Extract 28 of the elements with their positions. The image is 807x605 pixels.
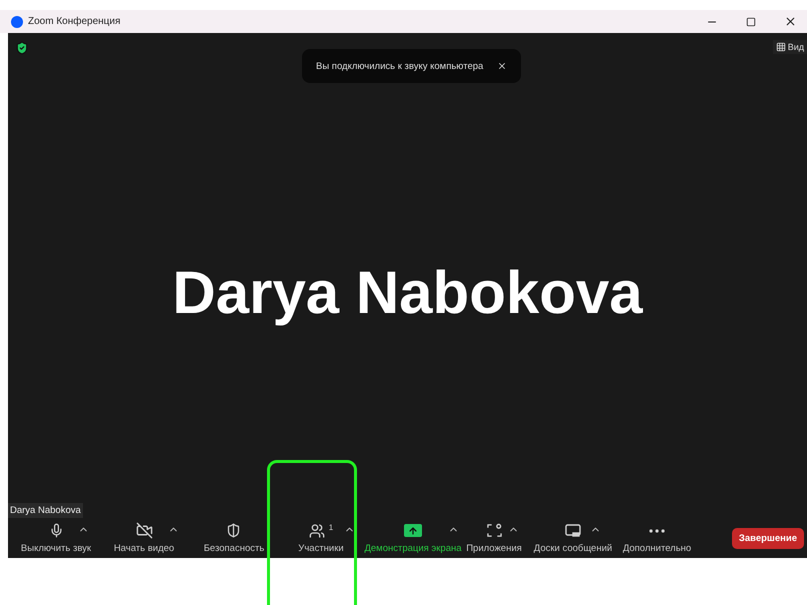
name-tag: Darya Nabokova [8,503,83,518]
app-logo-icon [11,16,23,28]
shield-icon [226,523,242,538]
video-button[interactable]: Начать видео [114,522,174,554]
maximize-icon [746,16,756,26]
share-screen-icon [404,524,422,537]
notification-text: Вы подключились к звуку компьютера [316,60,484,72]
security-button[interactable]: Безопасность [204,522,264,554]
more-button[interactable]: Дополнительно [622,522,692,554]
end-meeting-button[interactable]: Завершение [732,528,804,548]
shield-check-icon [14,40,30,56]
share-button[interactable]: Демонстрация экрана [364,522,462,554]
participant-name: Darya Nabokova [172,258,643,327]
mic-button[interactable]: Выключить звук [20,522,92,554]
participants-button[interactable]: 1 Участники [298,522,344,554]
close-icon[interactable] [497,61,507,71]
more-icon [649,528,665,532]
close-icon [784,15,796,28]
window-title: Zoom Конференция [28,16,122,27]
view-button[interactable]: Вид [772,40,807,54]
people-icon [308,522,325,538]
video-off-icon [136,522,152,539]
whiteboards-button[interactable]: Доски сообщений [534,522,612,554]
apps-icon [486,523,502,538]
grid-icon [776,42,786,52]
monitor-icon [565,524,581,538]
apps-button[interactable]: Приложения [466,522,522,554]
microphone-icon [48,523,64,538]
